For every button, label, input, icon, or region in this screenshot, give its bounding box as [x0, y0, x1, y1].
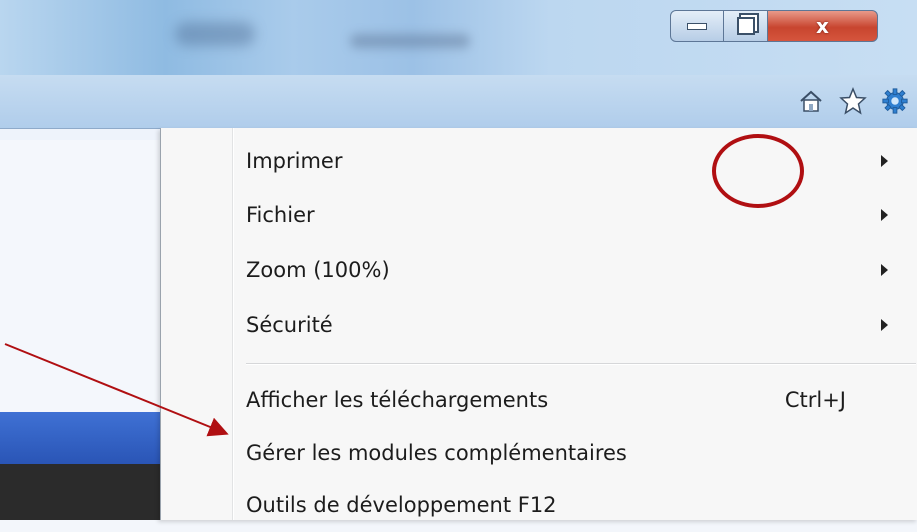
submenu-arrow-icon — [881, 155, 888, 167]
menu-item-label: Outils de développement F12 — [246, 493, 557, 517]
menu-item-securite[interactable]: Sécurité — [246, 298, 906, 352]
browser-toolbar — [0, 75, 917, 129]
home-icon[interactable] — [797, 87, 825, 115]
minimize-icon — [687, 22, 707, 30]
menu-separator — [246, 363, 916, 365]
submenu-arrow-icon — [881, 319, 888, 331]
tools-menu: Imprimer Fichier Zoom (100%) Sécurité Af… — [160, 128, 917, 520]
blurred-title-fragment — [350, 34, 470, 48]
menu-item-label: Afficher les téléchargements — [246, 388, 549, 412]
menu-item-gerer-modules[interactable]: Gérer les modules complémentaires — [246, 426, 906, 480]
window-titlebar: x — [0, 0, 917, 75]
close-button[interactable]: x — [768, 10, 878, 42]
restore-button[interactable] — [724, 10, 768, 42]
menu-item-label: Gérer les modules complémentaires — [246, 441, 627, 465]
menu-item-label: Fichier — [246, 203, 315, 227]
submenu-arrow-icon — [881, 209, 888, 221]
annotation-circle — [712, 134, 804, 208]
gear-icon[interactable] — [881, 87, 909, 115]
menu-item-shortcut: Ctrl+J — [784, 388, 846, 412]
menu-item-fichier[interactable]: Fichier — [246, 188, 906, 242]
menu-item-label: Zoom (100%) — [246, 258, 390, 282]
menu-item-outils-developpement[interactable]: Outils de développement F12 — [246, 478, 906, 532]
star-icon[interactable] — [839, 87, 867, 115]
restore-icon — [736, 17, 755, 35]
blurred-title-fragment — [175, 22, 255, 46]
close-icon: x — [816, 14, 829, 38]
minimize-button[interactable] — [670, 10, 724, 42]
page-content-panel — [0, 140, 165, 420]
menu-item-zoom[interactable]: Zoom (100%) — [246, 243, 906, 297]
menu-item-label: Sécurité — [246, 313, 333, 337]
window-controls: x — [670, 10, 878, 42]
menu-item-imprimer[interactable]: Imprimer — [246, 134, 906, 188]
submenu-arrow-icon — [881, 264, 888, 276]
menu-item-telechargements[interactable]: Afficher les téléchargements Ctrl+J — [246, 373, 906, 427]
